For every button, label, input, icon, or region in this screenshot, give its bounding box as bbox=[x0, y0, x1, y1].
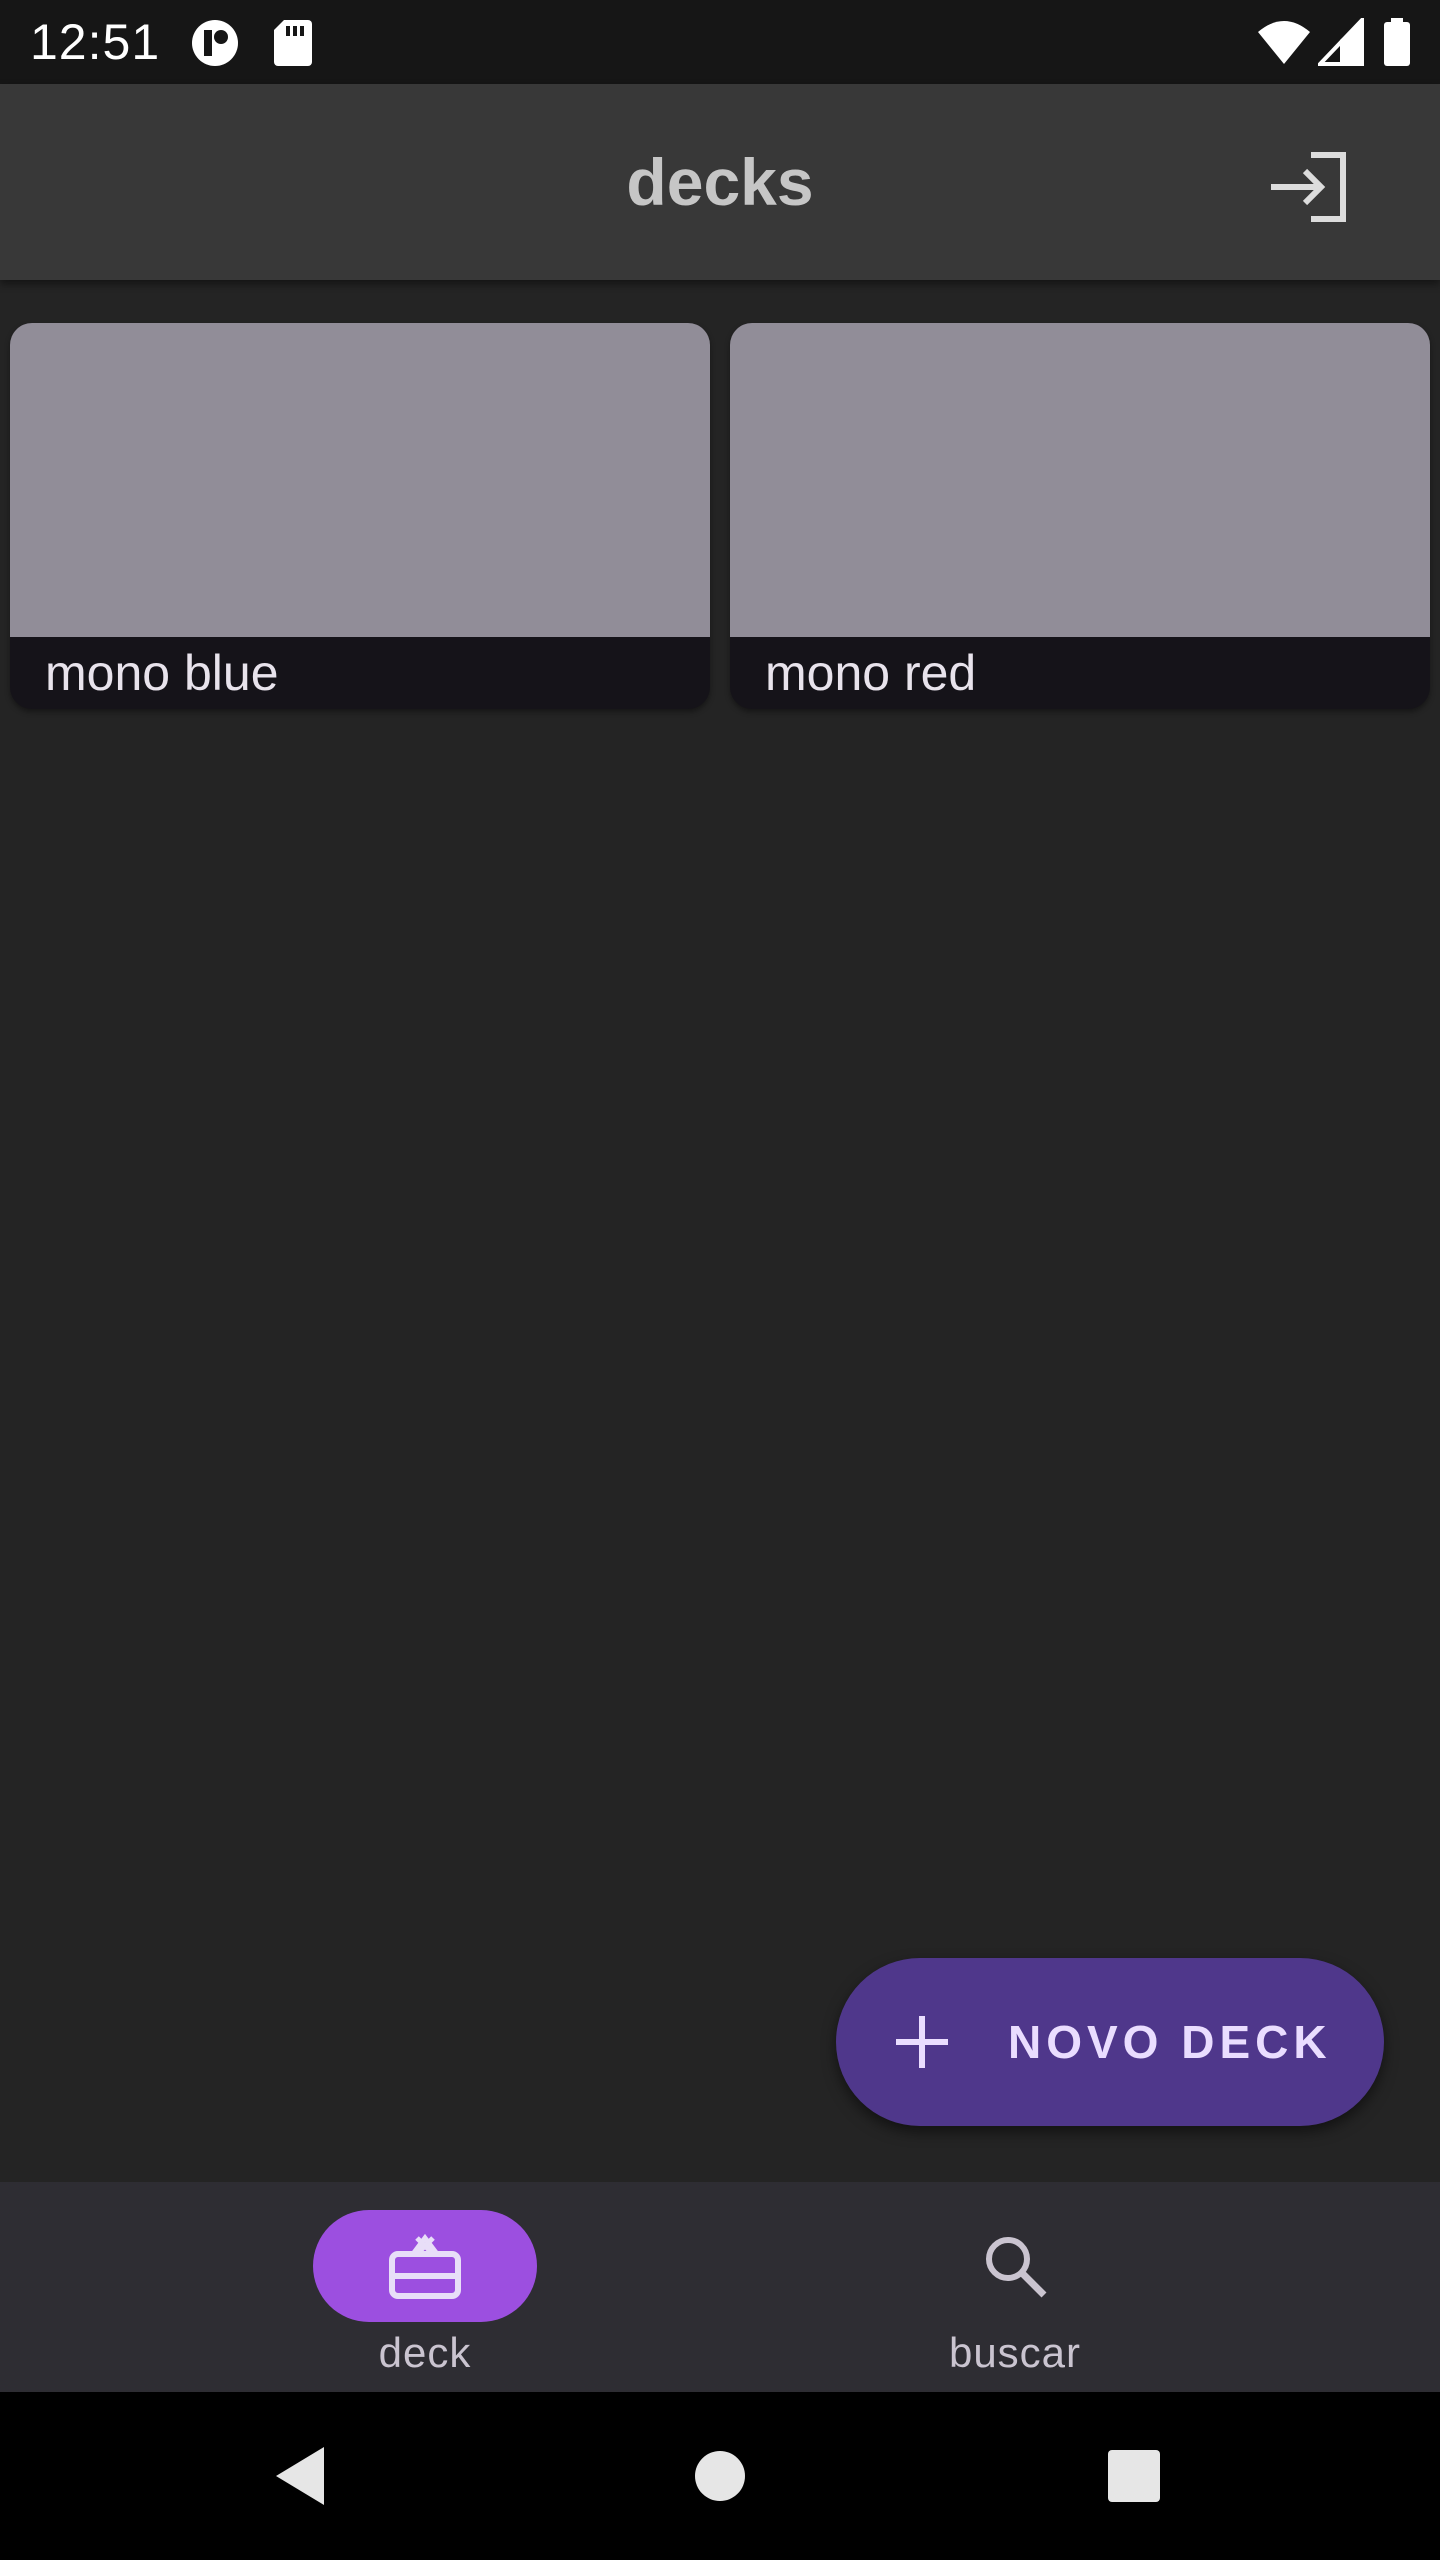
cell-signal-icon bbox=[1315, 15, 1364, 71]
back-button[interactable] bbox=[260, 2436, 340, 2516]
deck-name: mono blue bbox=[45, 645, 279, 701]
deck-card-mono-blue[interactable]: mono blue bbox=[10, 323, 710, 709]
cards-icon bbox=[389, 2233, 461, 2299]
deck-image bbox=[730, 323, 1430, 637]
recents-button[interactable] bbox=[1094, 2436, 1174, 2516]
app-bar: decks bbox=[0, 84, 1440, 280]
battery-icon bbox=[1382, 18, 1412, 73]
bottom-navigation: deck buscar bbox=[0, 2182, 1440, 2392]
home-icon bbox=[695, 2451, 745, 2501]
login-icon bbox=[1271, 152, 1346, 222]
data-saver-icon bbox=[190, 18, 240, 73]
recents-icon bbox=[1108, 2450, 1160, 2502]
nav-indicator bbox=[313, 2210, 537, 2322]
plus-icon bbox=[896, 2016, 948, 2068]
deck-card-mono-red[interactable]: mono red bbox=[730, 323, 1430, 709]
nav-label-deck: deck bbox=[378, 2329, 472, 2376]
system-navigation-bar bbox=[0, 2392, 1440, 2560]
nav-label-buscar: buscar bbox=[948, 2329, 1082, 2376]
login-button[interactable] bbox=[1262, 140, 1356, 234]
new-deck-label: NOVO DECK bbox=[1008, 2016, 1332, 2068]
status-time: 12:51 bbox=[30, 14, 161, 70]
deck-name: mono red bbox=[765, 645, 977, 701]
nav-indicator bbox=[903, 2210, 1127, 2322]
nav-item-deck[interactable]: deck bbox=[245, 2182, 605, 2392]
deck-image bbox=[10, 323, 710, 637]
page-title: decks bbox=[626, 145, 814, 219]
back-icon bbox=[276, 2447, 324, 2505]
wifi-icon bbox=[1256, 18, 1312, 71]
search-icon bbox=[986, 2237, 1047, 2298]
sd-card-icon bbox=[272, 18, 314, 73]
new-deck-button[interactable]: NOVO DECK bbox=[836, 1958, 1384, 2126]
nav-item-buscar[interactable]: buscar bbox=[835, 2182, 1195, 2392]
status-bar: 12:51 bbox=[0, 0, 1440, 84]
home-button[interactable] bbox=[680, 2436, 760, 2516]
